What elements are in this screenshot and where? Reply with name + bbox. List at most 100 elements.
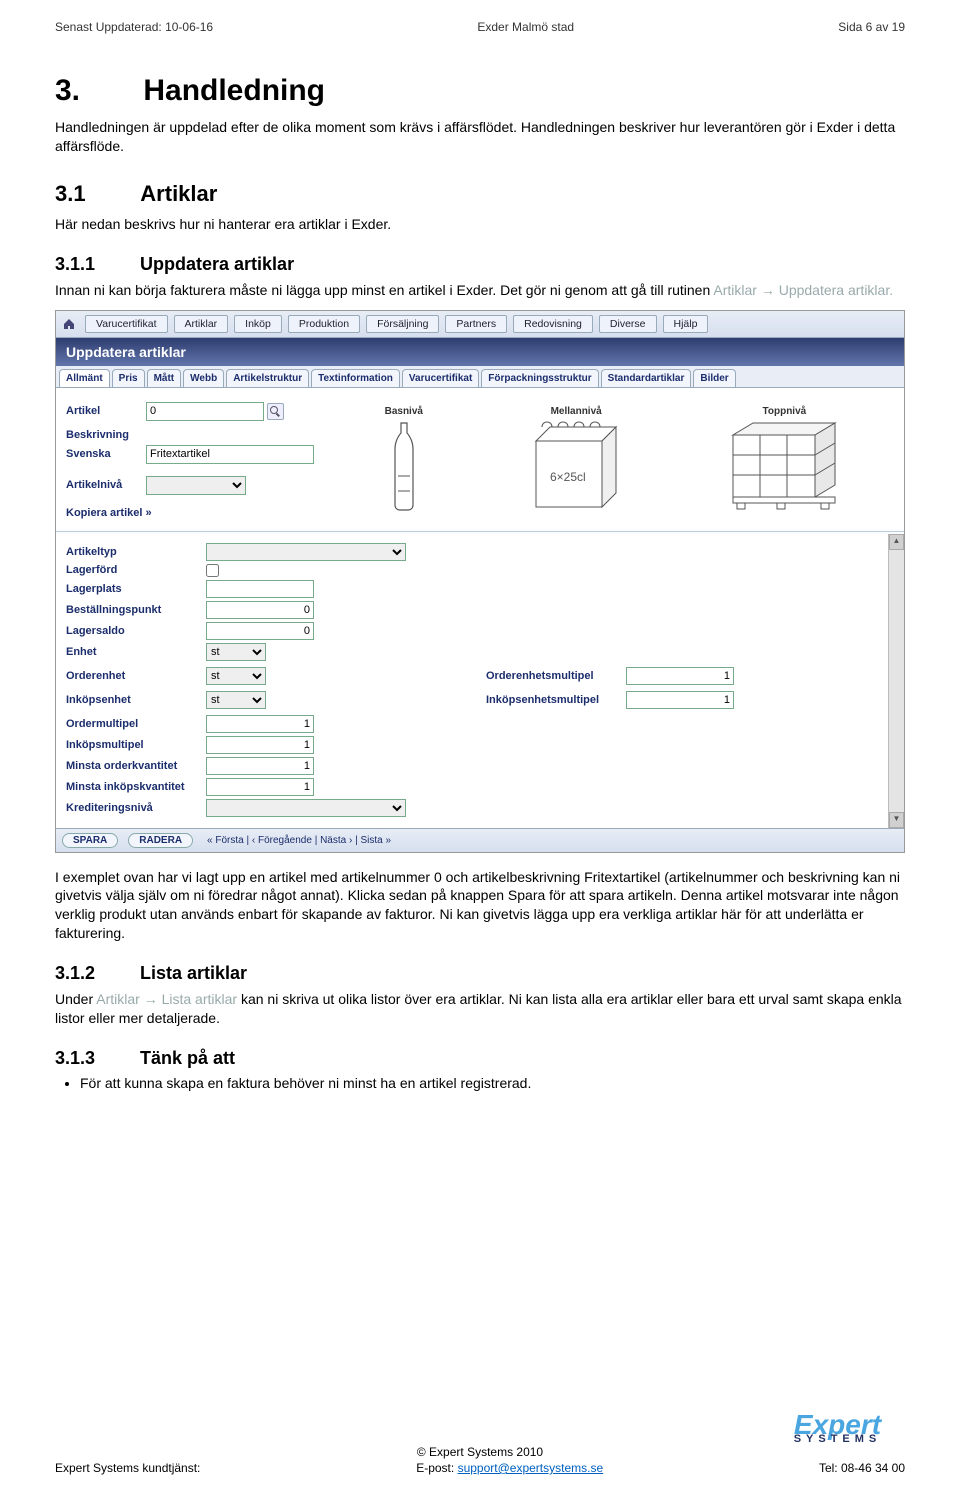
lbl-svenska: Svenska	[66, 448, 146, 460]
input-mininkop[interactable]	[206, 778, 314, 796]
tab-pris[interactable]: Pris	[112, 369, 145, 387]
lbl-inkopsenhet: Inköpsenhet	[66, 694, 206, 706]
select-artikelniva[interactable]	[146, 476, 246, 495]
select-enhet[interactable]: st	[206, 643, 266, 661]
menu-inkop[interactable]: Inköp	[234, 315, 282, 333]
h3b-number: 3.1.2	[55, 963, 135, 984]
input-inkopsenhetsmultipel[interactable]	[626, 691, 734, 709]
menubar: Varucertifikat Artiklar Inköp Produktion…	[56, 311, 904, 338]
lbl-artikelniva: Artikelnivå	[66, 479, 146, 491]
header-left: Senast Uppdaterad: 10-06-16	[55, 20, 213, 34]
lbl-enhet: Enhet	[66, 646, 206, 658]
h1-number: 3.	[55, 74, 135, 108]
sixpack-icon: 6×25cl	[532, 421, 620, 511]
menu-produktion[interactable]: Produktion	[288, 315, 360, 333]
lbl-mininkop: Minsta inköpskvantitet	[66, 781, 206, 793]
spara-button[interactable]: SPARA	[62, 833, 118, 848]
scroll-down-icon[interactable]: ▼	[889, 812, 904, 828]
menu-redovisning[interactable]: Redovisning	[513, 315, 593, 333]
support-email-link[interactable]: support@expertsystems.se	[458, 1461, 604, 1475]
lbl-mellanniva: Mellannivå	[532, 406, 620, 417]
bottle-icon	[389, 421, 419, 511]
menu-partners[interactable]: Partners	[445, 315, 507, 333]
menu-diverse[interactable]: Diverse	[599, 315, 657, 333]
tab-artikelstruktur[interactable]: Artikelstruktur	[226, 369, 309, 387]
svg-text:6×25cl: 6×25cl	[550, 470, 586, 484]
uppdatera-paragraph: Innan ni kan börja fakturera måste ni lä…	[55, 281, 905, 300]
tabs: Allmänt Pris Mått Webb Artikelstruktur T…	[56, 366, 904, 388]
lbl-beskrivning: Beskrivning	[66, 429, 316, 441]
h2-number: 3.1	[55, 181, 135, 207]
lbl-lagersaldo: Lagersaldo	[66, 625, 206, 637]
input-ordermultipel[interactable]	[206, 715, 314, 733]
footer-mid-label: E-post:	[416, 1461, 457, 1475]
h3c-number: 3.1.3	[55, 1048, 135, 1069]
lbl-orderenhetsmultipel: Orderenhetsmultipel	[486, 670, 626, 682]
tab-textinformation[interactable]: Textinformation	[311, 369, 400, 387]
lista-paragraph: Under Artiklar → Lista artiklar kan ni s…	[55, 990, 905, 1028]
home-icon[interactable]	[62, 317, 76, 331]
input-minorder[interactable]	[206, 757, 314, 775]
input-lagerplats[interactable]	[206, 580, 314, 598]
footer-right: Tel: 08-46 34 00	[819, 1461, 905, 1475]
lbl-artikel: Artikel	[66, 405, 146, 417]
record-nav[interactable]: « Första | ‹ Föregående | Nästa › | Sist…	[203, 835, 395, 846]
menu-artiklar[interactable]: Artiklar	[174, 315, 229, 333]
input-bestpunkt[interactable]	[206, 601, 314, 619]
select-kredit[interactable]	[206, 799, 406, 817]
menu-forsaljning[interactable]: Försäljning	[366, 315, 439, 333]
lbl-inkopsmultipel: Inköpsmultipel	[66, 739, 206, 751]
lbl-toppniva: Toppnivå	[729, 406, 839, 417]
tab-forpackningsstruktur[interactable]: Förpackningsstruktur	[481, 369, 598, 387]
h2-title: Artiklar	[140, 181, 217, 206]
scroll-up-icon[interactable]: ▲	[889, 534, 904, 550]
checkbox-lagerford[interactable]	[206, 564, 219, 577]
h3-lista: 3.1.2 Lista artiklar	[55, 963, 905, 984]
intro-paragraph: Handledningen är uppdelad efter de olika…	[55, 118, 905, 156]
input-orderenhetsmultipel[interactable]	[626, 667, 734, 685]
p5-route-text: Artiklar → Lista artiklar	[96, 991, 237, 1007]
tab-standardartiklar[interactable]: Standardartiklar	[601, 369, 692, 387]
tab-varucertifikat[interactable]: Varucertifikat	[402, 369, 479, 387]
lbl-ordermultipel: Ordermultipel	[66, 718, 206, 730]
input-lagersaldo[interactable]	[206, 622, 314, 640]
input-artikel[interactable]	[146, 402, 264, 421]
lbl-lagerplats: Lagerplats	[66, 583, 206, 595]
scrollbar[interactable]: ▲ ▼	[888, 534, 904, 828]
h3b-title: Lista artiklar	[140, 963, 247, 983]
tab-bilder[interactable]: Bilder	[693, 369, 735, 387]
lbl-lagerford: Lagerförd	[66, 564, 206, 576]
lbl-artikeltyp: Artikeltyp	[66, 546, 206, 558]
h3c-title: Tänk på att	[140, 1048, 235, 1068]
header-center: Exder Malmö stad	[477, 20, 574, 34]
lbl-basniva: Basnivå	[385, 406, 423, 417]
h1: 3. Handledning	[55, 74, 905, 108]
search-icon[interactable]	[267, 403, 284, 420]
footer-left: Expert Systems kundtjänst:	[55, 1461, 200, 1475]
p3-route-text: Artiklar → Uppdatera artiklar.	[713, 282, 893, 298]
bullet-list: För att kunna skapa en faktura behöver n…	[80, 1075, 905, 1091]
app-screenshot: Varucertifikat Artiklar Inköp Produktion…	[55, 310, 905, 853]
input-beskrivning[interactable]	[146, 445, 314, 464]
tab-webb[interactable]: Webb	[183, 369, 224, 387]
page-header: Senast Uppdaterad: 10-06-16 Exder Malmö …	[55, 20, 905, 34]
logo-bottom: SYSTEMS	[770, 1433, 905, 1445]
p5a-text: Under	[55, 991, 96, 1007]
bullet-1: För att kunna skapa en faktura behöver n…	[80, 1075, 905, 1091]
select-inkopsenhet[interactable]: st	[206, 691, 266, 709]
lbl-bestpunkt: Beställningspunkt	[66, 604, 206, 616]
logo: Expert SYSTEMS	[770, 1415, 905, 1445]
tab-allmant[interactable]: Allmänt	[59, 369, 110, 387]
pallet-icon	[729, 421, 839, 511]
menu-varucertifikat[interactable]: Varucertifikat	[85, 315, 168, 333]
tab-matt[interactable]: Mått	[147, 369, 182, 387]
input-inkopsmultipel[interactable]	[206, 736, 314, 754]
p3a-text: Innan ni kan börja fakturera måste ni lä…	[55, 282, 713, 298]
radera-button[interactable]: RADERA	[128, 833, 193, 848]
panel-title: Uppdatera artiklar	[56, 338, 904, 366]
select-artikeltyp[interactable]	[206, 543, 406, 561]
copyright: © Expert Systems 2010	[55, 1445, 905, 1459]
link-kopiera-artikel[interactable]: Kopiera artikel »	[66, 507, 152, 519]
menu-hjalp[interactable]: Hjälp	[663, 315, 709, 333]
select-orderenhet[interactable]: st	[206, 667, 266, 685]
